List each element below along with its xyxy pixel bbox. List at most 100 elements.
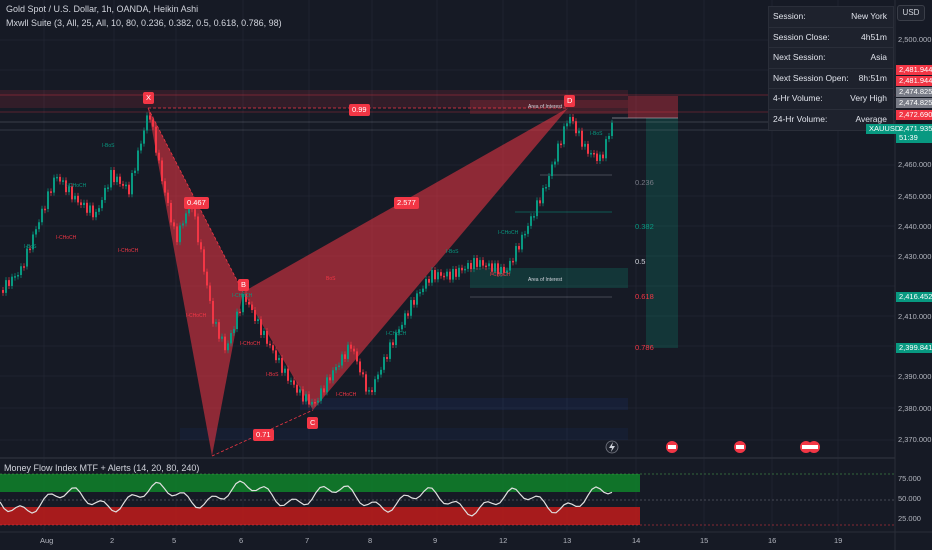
- session-row-value: Very High: [850, 93, 887, 104]
- candle: [5, 280, 7, 293]
- mfi-title[interactable]: Money Flow Index MTF + Alerts (14, 20, 8…: [4, 463, 199, 473]
- candle: [80, 202, 82, 206]
- point-d-label: D: [564, 95, 576, 107]
- candle: [581, 130, 583, 147]
- candle: [512, 260, 514, 263]
- candle: [416, 293, 418, 305]
- candle: [419, 292, 421, 294]
- candle: [233, 329, 235, 334]
- price-tag: 2,399.841: [896, 343, 932, 353]
- candle: [383, 357, 385, 370]
- candle: [575, 121, 577, 134]
- candle: [158, 152, 160, 161]
- event-icons[interactable]: [605, 440, 820, 454]
- candle: [176, 226, 178, 243]
- price-tag: 2,416.452: [896, 292, 932, 302]
- candle: [530, 216, 532, 226]
- candle: [452, 268, 454, 280]
- candle: [47, 191, 49, 210]
- candle: [560, 143, 562, 146]
- candle: [482, 260, 484, 266]
- candle: [14, 276, 16, 278]
- candle: [281, 357, 283, 373]
- candle: [104, 187, 106, 201]
- candle: [440, 272, 442, 276]
- candle: [407, 313, 409, 316]
- candle: [338, 365, 340, 368]
- candle: [197, 216, 199, 243]
- candle: [116, 176, 118, 183]
- candle: [455, 268, 457, 277]
- candle: [410, 300, 412, 316]
- candle: [152, 119, 154, 127]
- candle: [209, 285, 211, 301]
- candle: [236, 311, 238, 330]
- candle: [299, 389, 301, 393]
- mfi-overbought-band: [0, 474, 640, 492]
- candle: [359, 361, 361, 373]
- candle: [41, 208, 43, 223]
- candle: [230, 333, 232, 344]
- price-tick: 2,500.000: [898, 35, 932, 44]
- zone-label-mid: Area of Interest: [528, 277, 563, 283]
- ratio-ac-label: 0.71: [253, 429, 274, 441]
- candle: [491, 263, 493, 272]
- session-row-value: 8h:51m: [858, 72, 887, 83]
- point-c-label: C: [307, 417, 319, 429]
- candle: [344, 354, 346, 359]
- fib-0382-label: 0.382: [635, 222, 654, 231]
- candle: [17, 274, 19, 277]
- bos-plain-label: BoS: [326, 276, 336, 282]
- candle: [404, 313, 406, 325]
- candle: [326, 377, 328, 393]
- bos-label: I-BoS: [102, 143, 115, 149]
- candle: [566, 123, 568, 127]
- bos-label: I-BoS: [590, 131, 603, 137]
- currency-button[interactable]: USD: [897, 5, 925, 21]
- candle: [140, 143, 142, 151]
- time-tick: 14: [632, 536, 641, 545]
- candle: [371, 390, 373, 393]
- time-tick: 15: [700, 536, 709, 545]
- time-tick: 13: [563, 536, 572, 545]
- session-row-label: 4-Hr Volume:: [773, 93, 823, 104]
- candle: [107, 187, 109, 189]
- indicator-legend[interactable]: Mxwll Suite (3, All, 25, All, 10, 80, 0.…: [6, 18, 282, 28]
- choch-label: I-CHoCH: [336, 392, 357, 398]
- grid-lines: [0, 0, 895, 532]
- session-row: Session: New York: [769, 7, 893, 28]
- candle: [257, 319, 259, 322]
- candle: [44, 208, 46, 211]
- candle: [350, 344, 352, 349]
- candle: [20, 266, 22, 275]
- mfi-oversold-band: [0, 507, 640, 525]
- target-box-green: [646, 118, 678, 348]
- demand-zone-bottom: [300, 398, 628, 410]
- candle: [56, 176, 58, 179]
- candle: [485, 265, 487, 268]
- session-row-label: Next Session Open:: [773, 72, 849, 83]
- price-tag: XAUUSD: [866, 124, 900, 134]
- point-b-label: B: [238, 279, 250, 291]
- price-tag: 51:39: [896, 133, 932, 143]
- session-row-value: 4h51m: [861, 31, 887, 42]
- candle: [215, 322, 217, 324]
- ratio-xb-label: 0.467: [184, 197, 209, 209]
- time-tick: 12: [499, 536, 508, 545]
- candle: [554, 161, 556, 165]
- time-tick: 16: [768, 536, 777, 545]
- price-tick: 2,460.000: [898, 160, 932, 169]
- candle: [584, 143, 586, 147]
- candle: [77, 195, 79, 203]
- candle: [515, 246, 517, 262]
- candle: [341, 354, 343, 366]
- candle: [293, 380, 295, 385]
- candle: [518, 246, 520, 250]
- candle: [287, 368, 289, 381]
- candle: [95, 211, 97, 218]
- bos-label: I-BoS: [446, 249, 459, 255]
- candle: [92, 205, 94, 218]
- candle: [269, 343, 271, 346]
- candle: [137, 150, 139, 171]
- candle: [587, 143, 589, 154]
